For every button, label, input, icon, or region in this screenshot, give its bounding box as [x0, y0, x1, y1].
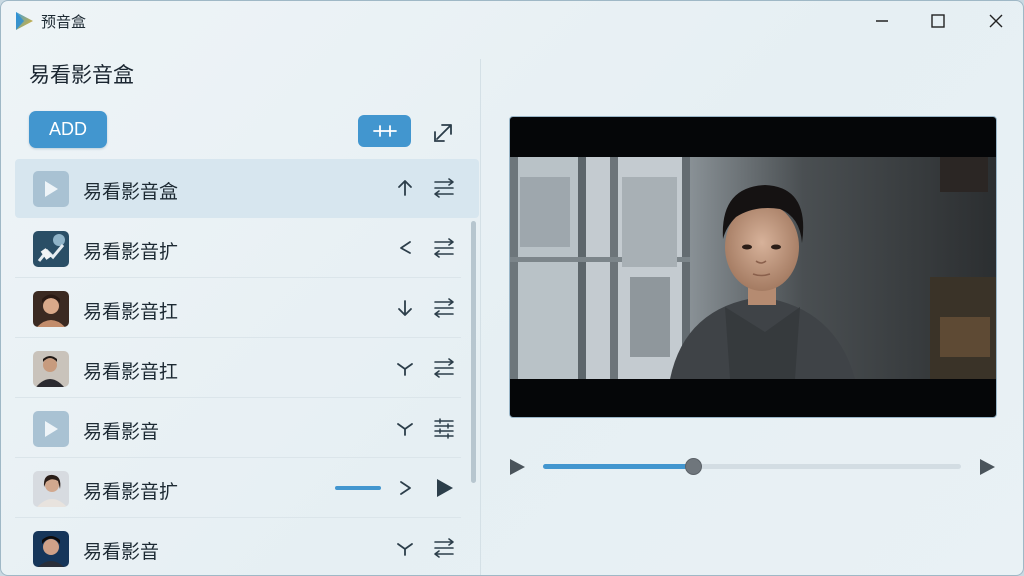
playlist-panel: 易看影音盒 ADD 易看影音盒 易看影音扩 易看影音扛 易看影音扛 易看影音 易…: [1, 41, 481, 575]
merge-icon: [372, 125, 397, 137]
chevron-down-icon[interactable]: [393, 416, 417, 440]
video-thumbnail: [33, 411, 69, 447]
item-label: 易看影音扛: [83, 301, 179, 323]
portrait-thumbnail-icon: [33, 531, 69, 567]
reorder-icon[interactable]: [431, 535, 457, 561]
item-label: 易看影音扛: [83, 361, 179, 383]
seek-handle[interactable]: [685, 458, 703, 475]
list-item[interactable]: 易看影音扛: [15, 339, 461, 398]
portrait-thumbnail-icon: [33, 351, 69, 387]
playlist-scrollbar[interactable]: [471, 221, 476, 483]
reorder-icon[interactable]: [431, 235, 457, 261]
list-item[interactable]: 易看影音扩: [15, 219, 461, 278]
item-label: 易看影音: [83, 421, 160, 443]
app-logo-icon: [16, 12, 33, 30]
arrow-up-icon[interactable]: [393, 176, 417, 200]
item-progress-bar: [335, 486, 381, 490]
play-icon[interactable]: [431, 475, 457, 501]
reorder-icon[interactable]: [431, 295, 457, 321]
panel-divider: [480, 59, 481, 575]
item-label: 易看影音扩: [83, 481, 179, 503]
list-icon[interactable]: [431, 415, 457, 441]
play-placeholder-icon: [45, 181, 58, 197]
video-player[interactable]: [509, 116, 997, 418]
list-item[interactable]: 易看影音盒: [15, 159, 479, 218]
portrait-thumbnail-icon: [33, 471, 69, 507]
window-title: 预音盒: [41, 13, 87, 31]
list-item[interactable]: 易看影音扛: [15, 279, 461, 338]
video-thumbnail: [33, 231, 69, 267]
item-label: 易看影音盒: [83, 181, 179, 203]
add-button[interactable]: ADD: [29, 111, 107, 148]
close-icon: [989, 14, 1003, 28]
seek-bar[interactable]: [543, 458, 961, 475]
portrait-thumbnail-icon: [33, 291, 69, 327]
video-thumbnail: [33, 291, 69, 327]
video-thumbnail: [33, 351, 69, 387]
video-thumbnail: [33, 471, 69, 507]
play-placeholder-icon: [45, 421, 58, 437]
merge-button[interactable]: [358, 115, 411, 147]
app-window: 预音盒 易看影音盒 ADD 易看影音盒 易看影音扩 易看影音扛 易看影音扛 易看…: [0, 0, 1024, 576]
reorder-icon[interactable]: [431, 355, 457, 381]
minimize-button[interactable]: [859, 6, 905, 36]
list-item[interactable]: 易看影音扩: [15, 459, 461, 518]
minimize-icon: [876, 20, 888, 22]
maximize-button[interactable]: [915, 6, 961, 36]
arrow-down-icon[interactable]: [393, 296, 417, 320]
video-thumbnail: [33, 171, 69, 207]
image-thumbnail-icon: [33, 231, 69, 267]
close-button[interactable]: [973, 6, 1019, 36]
title-bar: 预音盒: [1, 1, 1023, 41]
chevron-down-icon[interactable]: [393, 536, 417, 560]
item-label: 易看影音扩: [83, 241, 179, 263]
play-icon[interactable]: [507, 457, 527, 477]
maximize-icon: [931, 14, 945, 28]
playlist: 易看影音盒 易看影音扩 易看影音扛 易看影音扛 易看影音 易看影音扩 易看影音: [15, 159, 479, 575]
next-play-icon[interactable]: [977, 457, 997, 477]
chevron-left-icon[interactable]: [393, 236, 417, 260]
seek-bar-progress: [543, 464, 694, 469]
video-thumbnail: [33, 531, 69, 567]
list-item[interactable]: 易看影音: [15, 399, 461, 458]
video-frame-image: [510, 157, 996, 379]
item-label: 易看影音: [83, 541, 160, 563]
panel-title: 易看影音盒: [29, 63, 134, 87]
chevron-down-icon[interactable]: [393, 356, 417, 380]
expand-arrow-icon[interactable]: [431, 119, 457, 145]
list-item[interactable]: 易看影音: [15, 519, 461, 575]
reorder-icon[interactable]: [431, 175, 457, 201]
chevron-right-icon[interactable]: [393, 476, 417, 500]
